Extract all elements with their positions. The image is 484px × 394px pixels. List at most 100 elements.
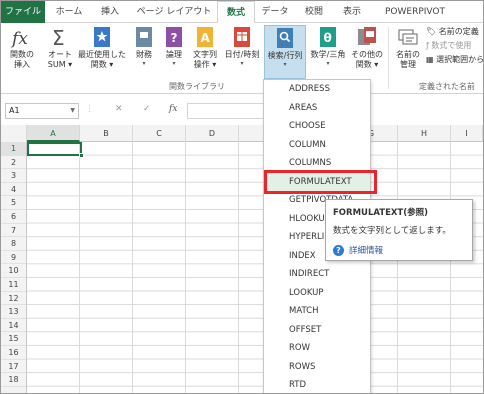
formulatext-highlight-box <box>264 170 377 194</box>
fx-icon[interactable]: fx <box>169 104 177 114</box>
tab-view[interactable]: 表示 <box>335 1 369 23</box>
tab-review[interactable]: 校閲 <box>297 1 331 23</box>
svg-text:Σ: Σ <box>52 26 65 49</box>
tab-data[interactable]: データ <box>257 1 293 23</box>
function-menu-item[interactable]: COLUMN <box>264 136 370 155</box>
column-header-i[interactable]: I <box>451 125 483 142</box>
row-header[interactable]: 10 <box>1 264 26 278</box>
row-header[interactable]: 4 <box>1 183 26 197</box>
function-menu-item[interactable]: ROWS <box>264 358 370 377</box>
name-box[interactable]: A1 ▼ <box>5 103 79 119</box>
text-functions-button[interactable]: A 文字列 操作 ▾ <box>189 25 221 70</box>
function-menu-item[interactable]: RTD <box>264 376 370 393</box>
column-header-a[interactable]: A <box>27 125 80 142</box>
tooltip-help-link[interactable]: ? 詳細情報 <box>333 244 465 256</box>
name-box-value: A1 <box>9 106 20 115</box>
logical-label: 論理 <box>166 50 182 59</box>
tooltip-title: FORMULATEXT(参照) <box>333 208 428 218</box>
column-header-h[interactable]: H <box>398 125 451 142</box>
name-manager-button[interactable]: 名前の 管理 <box>391 25 425 70</box>
function-menu-item[interactable]: OFFSET <box>264 321 370 340</box>
star-book-icon <box>94 27 110 47</box>
tab-home[interactable]: ホーム <box>49 1 89 23</box>
formula-input[interactable] <box>187 103 263 119</box>
row-header[interactable]: 5 <box>1 196 26 210</box>
row-header[interactable]: 8 <box>1 237 26 251</box>
column-headers: A B C D E F G H I <box>1 125 483 142</box>
sigma-icon: Σ <box>52 26 65 49</box>
create-from-selection-button[interactable]: ▦ 選択範囲から <box>426 54 484 65</box>
select-all-corner[interactable] <box>1 125 27 142</box>
more-label-1: その他の <box>351 50 383 59</box>
tab-page-layout[interactable]: ページ レイアウト <box>133 1 215 23</box>
function-library-group-label: 関数ライブラリ <box>169 82 225 91</box>
create-from-selection-label: 選択範囲から <box>436 55 484 64</box>
insert-function-label-1: 関数の <box>10 50 34 59</box>
group-separator <box>388 27 389 89</box>
row-header[interactable]: 17 <box>1 360 26 374</box>
financial-button[interactable]: 財務 ▾ <box>129 25 159 67</box>
calendar-book-icon <box>234 27 250 47</box>
more-functions-icon <box>358 27 376 45</box>
row-header[interactable]: 14 <box>1 319 26 333</box>
column-header-d[interactable]: D <box>186 125 239 142</box>
more-functions-button[interactable]: その他の 関数 ▾ <box>349 25 385 70</box>
insert-function-button[interactable]: fx 関数の 挿入 <box>3 25 41 70</box>
row-header[interactable]: 16 <box>1 346 26 360</box>
row-header[interactable]: 6 <box>1 210 26 224</box>
cell-area[interactable] <box>27 142 483 393</box>
row-header[interactable]: 13 <box>1 305 26 319</box>
datetime-button[interactable]: 日付/時刻 ▾ <box>221 25 263 67</box>
name-manager-label-2: 管理 <box>400 60 416 69</box>
defined-names-group-label: 定義された名前 <box>419 82 475 91</box>
enter-check-icon[interactable]: ✓ <box>143 104 151 114</box>
use-in-formula-label: 数式で使用 <box>431 41 472 50</box>
function-menu-item[interactable]: ADDRESS <box>264 80 370 99</box>
function-menu-item[interactable]: CHOOSE <box>264 117 370 136</box>
tab-formulas[interactable]: 数式 <box>217 1 255 24</box>
name-manager-label-1: 名前の <box>396 50 420 59</box>
svg-text:θ: θ <box>324 31 332 45</box>
text-book-icon: A <box>197 27 213 47</box>
tooltip-body: 数式を文字列として返します。 <box>333 226 451 236</box>
row-header[interactable]: 18 <box>1 373 26 387</box>
function-menu-item[interactable]: INDIRECT <box>264 265 370 284</box>
active-cell-a1[interactable] <box>27 142 84 158</box>
lookup-reference-button[interactable]: 検索/行列 ▾ <box>264 25 306 79</box>
row-header[interactable]: 2 <box>1 156 26 170</box>
row-header[interactable]: 11 <box>1 278 26 292</box>
row-header[interactable]: 7 <box>1 224 26 238</box>
function-menu-item[interactable]: LOOKUP <box>264 284 370 303</box>
function-menu-item[interactable]: ROW <box>264 339 370 358</box>
math-trig-button[interactable]: θ 数学/三角 ▾ <box>307 25 349 67</box>
fill-handle[interactable] <box>79 153 84 158</box>
row-header[interactable]: 1 <box>1 142 26 156</box>
autosum-label-1: オート <box>48 50 72 59</box>
cancel-icon[interactable]: ✕ <box>115 104 123 114</box>
autosum-button[interactable]: Σ オート SUM ▾ <box>43 25 77 70</box>
column-header-c[interactable]: C <box>133 125 186 142</box>
logical-button[interactable]: ? 論理 ▾ <box>159 25 189 67</box>
use-in-formula-button[interactable]: ƒ 数式で使用 <box>426 40 471 51</box>
recent-label-1: 最近使用した <box>78 50 126 59</box>
row-header[interactable]: 12 <box>1 292 26 306</box>
column-header-b[interactable]: B <box>80 125 133 142</box>
tab-powerpivot[interactable]: POWERPIVOT <box>377 1 453 23</box>
recent-functions-button[interactable]: 最近使用した 関数 ▾ <box>77 25 127 70</box>
define-name-label: 名前の定義 <box>438 27 479 36</box>
function-menu-item[interactable]: AREAS <box>264 99 370 118</box>
tab-insert[interactable]: 挿入 <box>91 1 129 23</box>
row-headers: 1 2 3 4 5 6 7 8 9 10 11 12 13 14 15 16 17 18 <box>1 142 27 393</box>
tab-file[interactable]: ファイル <box>1 1 45 23</box>
row-header[interactable]: 9 <box>1 251 26 265</box>
svg-text:fx: fx <box>10 29 28 49</box>
row-header[interactable]: 15 <box>1 332 26 346</box>
function-menu-item[interactable]: MATCH <box>264 302 370 321</box>
selection-icon: ▦ <box>426 55 434 64</box>
svg-text:?: ? <box>171 31 178 45</box>
ribbon-formulas: fx 関数の 挿入 Σ オート SUM ▾ 最近使用した 関数 ▾ 財務 ▾ ?… <box>1 23 483 94</box>
tooltip-link-label: 詳細情報 <box>349 246 384 256</box>
define-name-button[interactable]: 🏷︎ 名前の定義 <box>426 26 479 37</box>
chevron-down-icon[interactable]: ▼ <box>70 104 75 118</box>
row-header[interactable]: 3 <box>1 169 26 183</box>
